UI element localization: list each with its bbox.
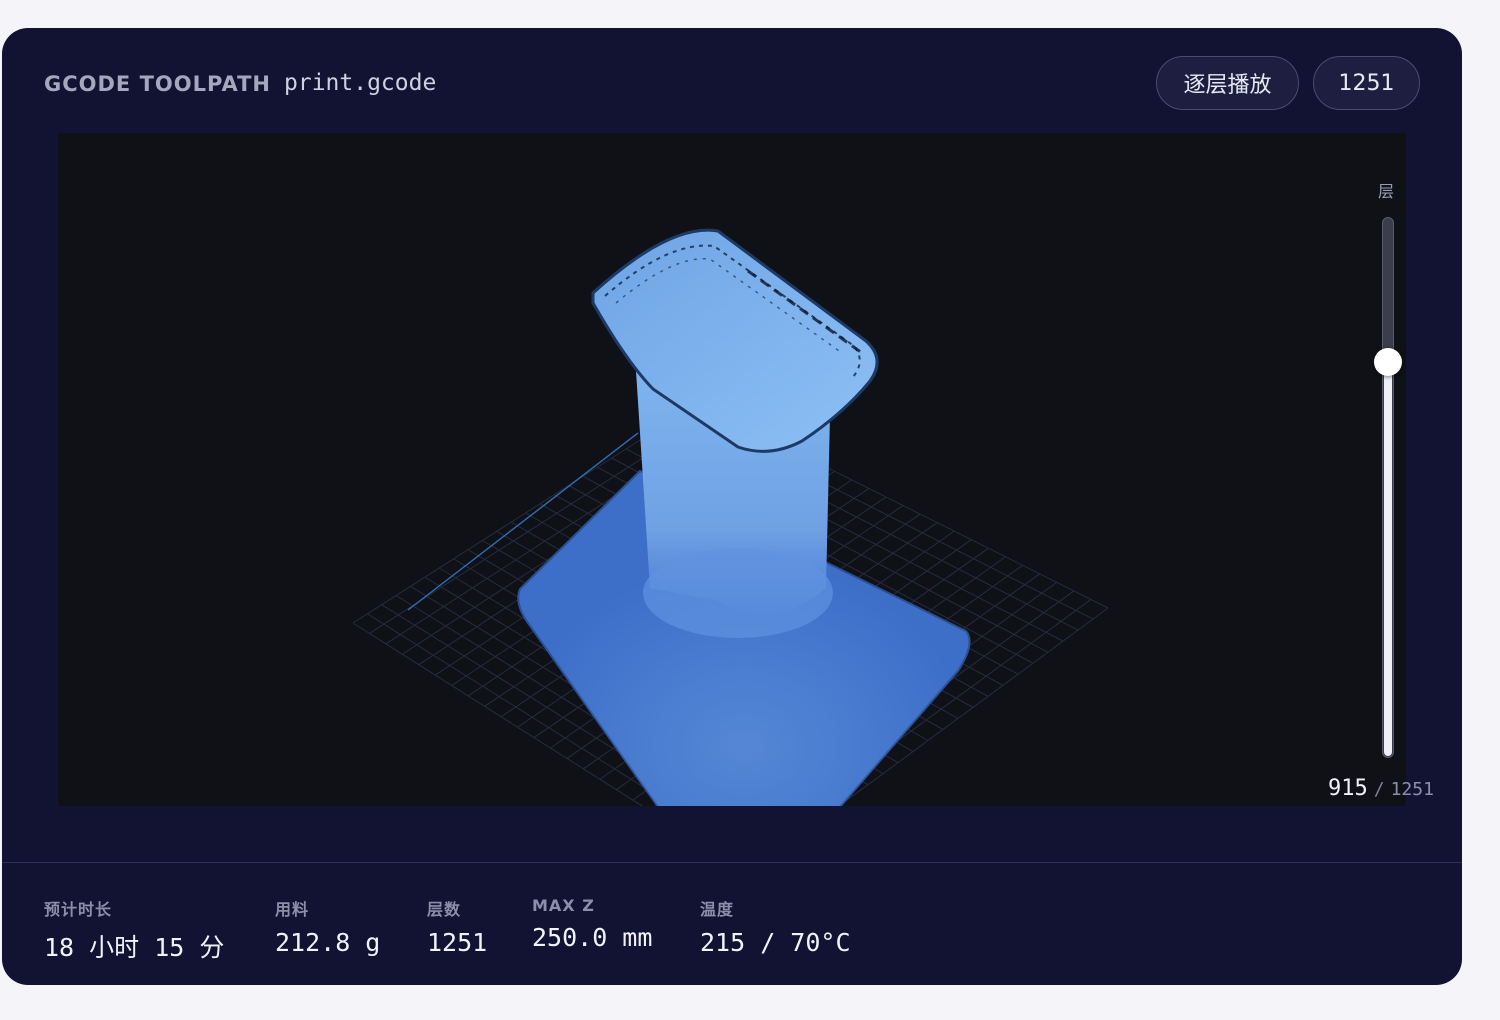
play-layers-button[interactable]: 逐层播放 (1156, 56, 1299, 110)
stat-print-time: 预计时长 18 小时 15 分 (44, 896, 224, 964)
stat-layers: 层数 1251 (427, 896, 487, 957)
layer-count-button[interactable]: 1251 (1313, 56, 1420, 110)
stat-max-z: MAX Z 250.0 mm (532, 896, 652, 952)
toolpath-card: GCODE TOOLPATH print.gcode 逐层播放 1251 层 9… (2, 28, 1462, 985)
layer-slider-label: 层 (1378, 182, 1395, 201)
stat-label: 预计时长 (44, 900, 113, 919)
stat-label: 温度 (700, 900, 735, 919)
file-name: print.gcode (284, 70, 437, 96)
stat-label: 层数 (427, 900, 462, 919)
layer-readout: 915/1251 (1328, 776, 1434, 801)
current-layer: 915 (1328, 776, 1368, 801)
layer-slider-fill (1384, 361, 1392, 756)
stats-bar: 预计时长 18 小时 15 分 用料 212.8 g 层数 1251 MAX Z… (2, 863, 1462, 985)
stat-label: 用料 (275, 900, 310, 919)
stat-material: 用料 212.8 g (275, 896, 380, 957)
toolpath-viewport[interactable] (58, 133, 1406, 806)
stat-value: 250.0 mm (532, 923, 653, 952)
stat-temperature: 温度 215 / 70°C (700, 896, 851, 957)
total-layers: 1251 (1390, 779, 1434, 800)
stat-value: 215 / 70°C (700, 928, 851, 957)
layer-slider-track[interactable] (1382, 217, 1394, 758)
layer-separator: / (1373, 779, 1385, 800)
stat-value: 18 小时 15 分 (44, 933, 225, 962)
top-cap (591, 228, 879, 453)
stat-value: 212.8 g (275, 928, 381, 957)
header: GCODE TOOLPATH print.gcode 逐层播放 1251 (2, 28, 1462, 133)
toolpath-render (352, 228, 1109, 806)
stat-value: 1251 (427, 928, 488, 957)
app-title: GCODE TOOLPATH (44, 72, 271, 96)
stat-label: MAX Z (532, 896, 595, 915)
